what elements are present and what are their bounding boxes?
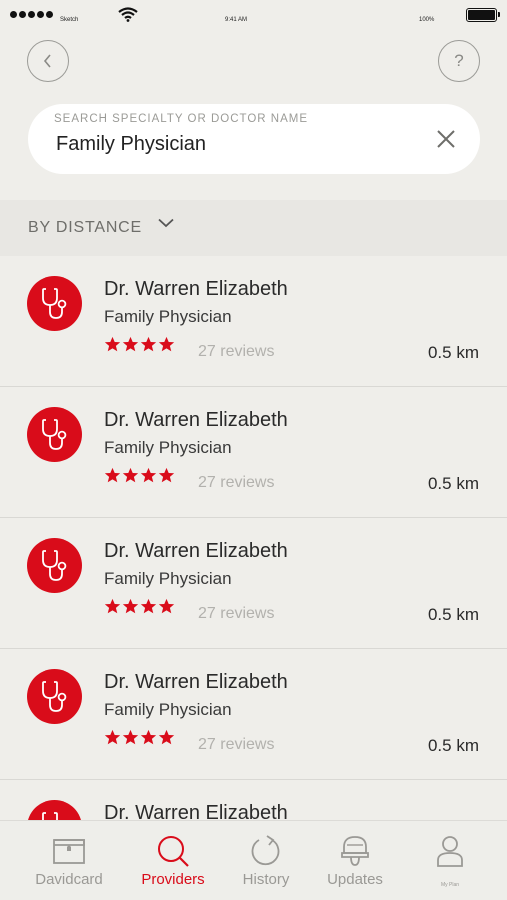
doctor-specialty: Family Physician (104, 569, 232, 588)
star-rating (104, 729, 175, 746)
tab-updates[interactable]: Updates (306, 821, 404, 900)
star-icon (122, 336, 139, 352)
stethoscope-icon (27, 407, 82, 462)
question-mark-icon: ? (454, 51, 464, 70)
star-icon (158, 598, 175, 614)
doctor-name: Dr. Warren Elizabeth (104, 540, 288, 562)
card-icon (53, 839, 85, 864)
star-icon (104, 598, 121, 614)
stethoscope-icon (27, 538, 82, 593)
close-icon[interactable] (436, 129, 456, 149)
list-item[interactable]: Dr. Warren Elizabeth Family Physician 27… (0, 518, 507, 649)
chevron-left-icon (43, 54, 51, 68)
doctor-name: Dr. Warren Elizabeth (104, 278, 288, 300)
person-icon (437, 836, 463, 867)
tab-label: Davidcard (35, 871, 103, 888)
star-icon (140, 729, 157, 745)
list-item[interactable]: Dr. Warren Elizabeth Family Physician 27… (0, 387, 507, 518)
doctor-name: Dr. Warren Elizabeth (104, 802, 288, 820)
doctor-specialty: Family Physician (104, 438, 232, 457)
list-item[interactable]: Dr. Warren Elizabeth Family Physician 27… (0, 649, 507, 780)
review-count: 27 reviews (198, 605, 275, 622)
review-count: 27 reviews (198, 474, 275, 491)
provider-list: Dr. Warren Elizabeth Family Physician 27… (0, 256, 507, 820)
battery-icon (466, 8, 500, 22)
star-rating (104, 467, 175, 484)
star-icon (104, 336, 121, 352)
doctor-specialty: Family Physician (104, 700, 232, 719)
tab-history[interactable]: History (217, 821, 315, 900)
list-item[interactable]: Dr. Warren Elizabeth Family Physician 27… (0, 780, 507, 820)
star-icon (158, 729, 175, 745)
doctor-name: Dr. Warren Elizabeth (104, 671, 288, 693)
tab-label: History (242, 871, 290, 888)
review-count: 27 reviews (198, 736, 275, 753)
tab-davidcard[interactable]: Davidcard (20, 821, 118, 900)
star-icon (140, 598, 157, 614)
distance: 0.5 km (427, 736, 479, 755)
doctor-specialty: Family Physician (104, 307, 232, 326)
tab-providers[interactable]: Providers (124, 821, 222, 900)
tab-my-plan[interactable]: My Plan (401, 821, 499, 900)
back-button[interactable] (27, 40, 69, 82)
distance: 0.5 km (427, 474, 479, 493)
clock: 9:41 AM (225, 17, 248, 23)
search-field-label: SEARCH SPECIALTY OR DOCTOR NAME (54, 113, 309, 125)
star-icon (158, 467, 175, 483)
stethoscope-icon (27, 276, 82, 331)
star-icon (140, 336, 157, 352)
status-bar: Sketch 9:41 AM 100% (0, 0, 507, 30)
search-input[interactable]: Family Physician (56, 133, 206, 156)
list-item[interactable]: Dr. Warren Elizabeth Family Physician 27… (0, 256, 507, 387)
star-icon (122, 467, 139, 483)
doctor-name: Dr. Warren Elizabeth (104, 409, 288, 431)
star-icon (158, 336, 175, 352)
distance: 0.5 km (427, 343, 479, 362)
wifi-icon (118, 7, 138, 22)
sort-bar[interactable]: BY DISTANCE (0, 200, 507, 256)
star-icon (122, 729, 139, 745)
review-count: 27 reviews (198, 343, 275, 360)
search-field[interactable]: SEARCH SPECIALTY OR DOCTOR NAME Family P… (28, 104, 480, 174)
tab-bar: Davidcard Providers History Updates My P… (0, 820, 507, 900)
battery-percentage: 100% (419, 17, 435, 23)
bell-icon (341, 836, 369, 866)
star-icon (104, 467, 121, 483)
history-icon (251, 835, 280, 866)
search-icon (158, 836, 189, 867)
stethoscope-icon (27, 800, 82, 820)
tab-label: Updates (327, 871, 383, 888)
star-icon (140, 467, 157, 483)
star-icon (104, 729, 121, 745)
star-rating (104, 336, 175, 353)
stethoscope-icon (27, 669, 82, 724)
tab-label: Providers (141, 871, 205, 888)
star-rating (104, 598, 175, 615)
chevron-down-icon[interactable] (158, 218, 174, 228)
distance: 0.5 km (427, 605, 479, 624)
star-icon (122, 598, 139, 614)
help-button[interactable]: ? (438, 40, 480, 82)
carrier-label: Sketch (60, 17, 79, 23)
tab-label: My Plan (440, 882, 460, 888)
signal-strength-icon (10, 11, 53, 18)
sort-label[interactable]: BY DISTANCE (28, 219, 142, 237)
